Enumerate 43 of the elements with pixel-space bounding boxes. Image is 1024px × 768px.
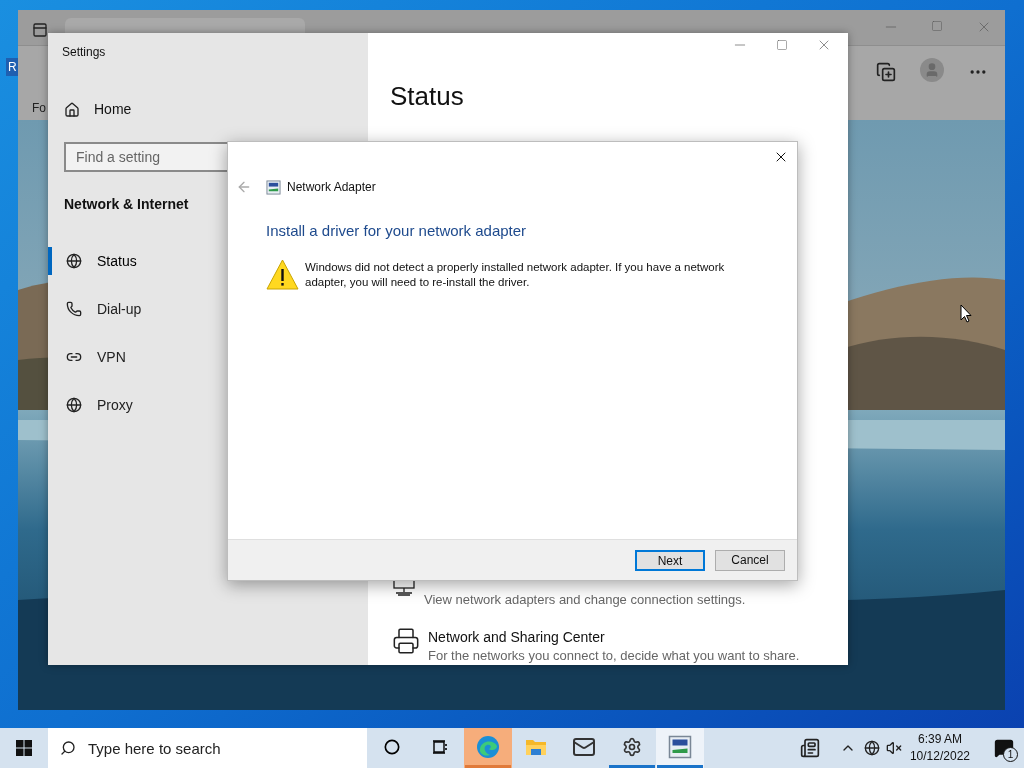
mouse-pointer-icon [960, 304, 972, 323]
home-link[interactable]: Home [94, 99, 132, 120]
circle-icon [384, 738, 400, 755]
page-title: Status [390, 80, 465, 112]
dialog-button[interactable]: Cancel [715, 549, 785, 571]
network-adapter-icon [266, 179, 281, 195]
person-icon [924, 62, 940, 78]
desktop-icon-label[interactable]: R [6, 58, 19, 76]
search-icon [60, 740, 76, 756]
phone-icon [66, 301, 82, 317]
globe-icon [66, 253, 82, 269]
tab-actions-icon[interactable] [32, 22, 48, 38]
warning-icon [266, 258, 299, 290]
nav-label: Dial-up [97, 299, 142, 319]
dialog-heading: Install a driver for your network adapter [266, 221, 528, 241]
link-description: View network adapters and change connection settings. [424, 591, 746, 609]
link-description: For the networks you connect to, decide what you want to share. [428, 647, 800, 665]
task-view-icon [432, 738, 448, 755]
nav-label: Proxy [97, 395, 133, 415]
link-title[interactable]: Network and Sharing Center [428, 627, 800, 647]
window-title: Settings [62, 44, 107, 61]
globe-icon [66, 397, 82, 413]
section-heading: Network & Internet [64, 195, 190, 214]
house-icon [64, 101, 80, 118]
collections-icon[interactable] [876, 62, 896, 82]
edge-icon [476, 734, 500, 759]
favorite-link[interactable]: Fo [32, 98, 46, 117]
notification-count: 1 [1003, 747, 1018, 762]
nav-label: Status [97, 251, 137, 271]
taskbar-search-field[interactable]: Type here to search [48, 728, 367, 768]
globe-icon[interactable] [863, 740, 880, 756]
dialog-title: Network Adapter [287, 179, 376, 196]
muted-speaker-icon[interactable] [885, 740, 902, 756]
clock-date[interactable]: 10/12/2022 [909, 748, 970, 765]
network-adapter-icon [668, 734, 692, 759]
clock-time[interactable]: 6:39 AM [917, 731, 962, 748]
gear-icon [622, 736, 642, 757]
dialog-button[interactable]: Next [635, 549, 705, 571]
taskbar-app[interactable] [656, 728, 704, 768]
windows-logo-icon[interactable] [16, 740, 32, 756]
printer-icon [392, 627, 420, 655]
news-icon[interactable] [799, 738, 820, 758]
nav-label: VPN [97, 347, 126, 367]
